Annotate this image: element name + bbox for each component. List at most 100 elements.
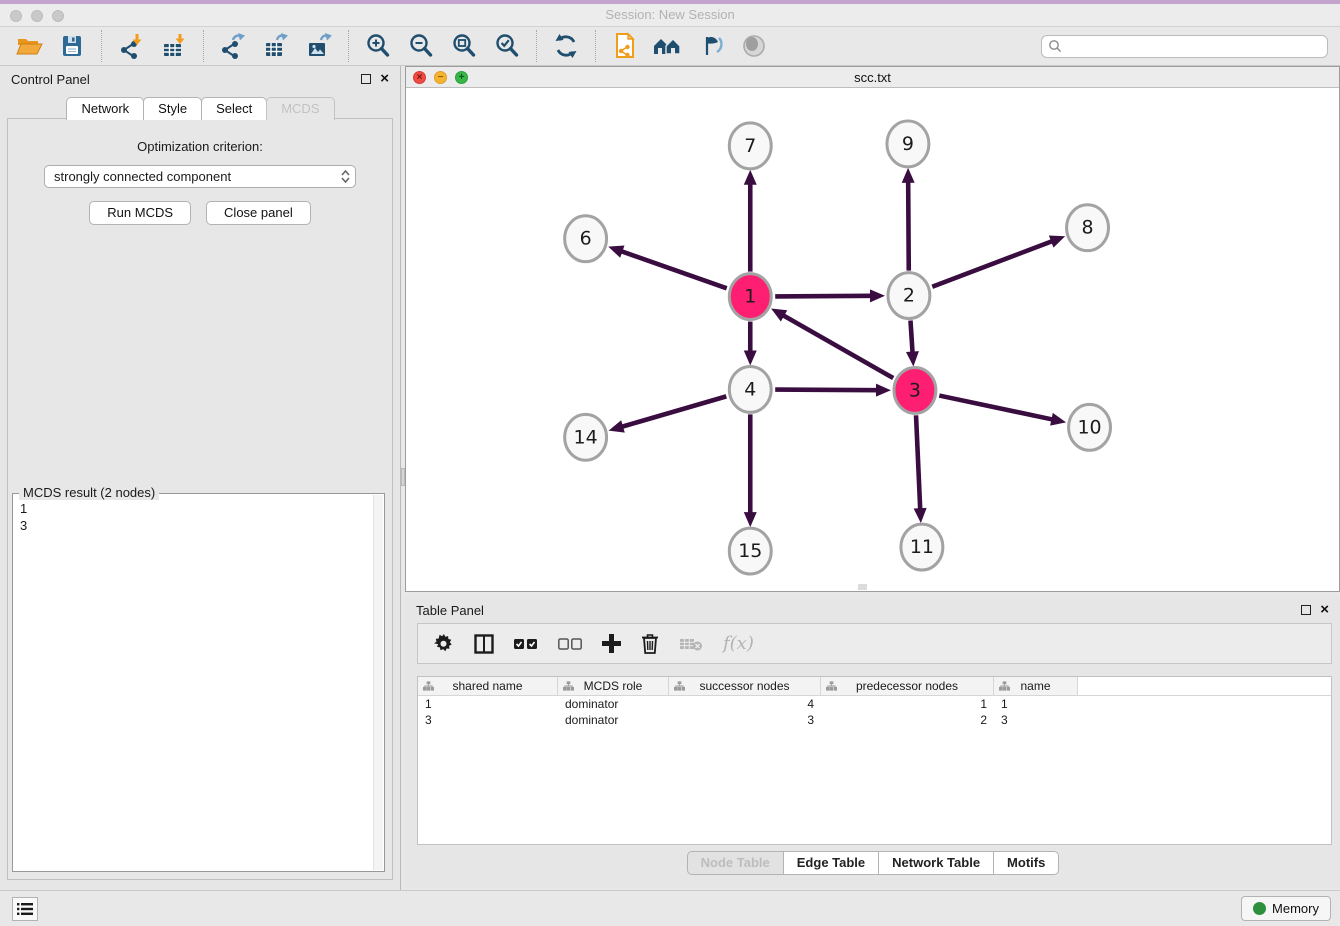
minimize-window-icon[interactable] — [31, 10, 43, 22]
float-table-panel-icon[interactable] — [1301, 605, 1311, 615]
search-field[interactable] — [1041, 35, 1328, 58]
show-column-button[interactable] — [474, 634, 494, 654]
tab-edge-table[interactable]: Edge Table — [783, 851, 879, 875]
graph-node-8[interactable]: 8 — [1067, 205, 1109, 251]
edge-4-to-15[interactable] — [744, 414, 757, 527]
graph-node-2[interactable]: 2 — [888, 273, 930, 319]
toolbar-separator — [203, 30, 204, 62]
delete-table-button[interactable] — [679, 636, 703, 652]
criterion-select[interactable]: strongly connected component — [44, 165, 356, 188]
column-header-predecessor-nodes[interactable]: predecessor nodes — [821, 677, 994, 695]
table-settings-button[interactable] — [434, 634, 454, 654]
table-row[interactable]: 3dominator323 — [418, 712, 1331, 728]
tab-mcds[interactable]: MCDS — [266, 97, 334, 120]
edge-3-to-1[interactable] — [771, 308, 893, 378]
cell-name[interactable]: 1 — [994, 696, 1078, 712]
export-table-button[interactable] — [259, 30, 293, 62]
network-close-icon[interactable]: × — [413, 71, 426, 84]
close-table-panel-icon[interactable]: × — [1320, 605, 1329, 615]
search-input[interactable] — [1066, 39, 1321, 54]
edge-1-to-4[interactable] — [744, 322, 757, 366]
edge-4-to-14[interactable] — [609, 396, 727, 432]
select-all-button[interactable] — [514, 638, 538, 650]
graph-node-6[interactable]: 6 — [565, 216, 607, 262]
add-row-button[interactable] — [602, 634, 621, 653]
export-image-button[interactable] — [302, 30, 336, 62]
close-window-icon[interactable] — [10, 10, 22, 22]
export-network-button[interactable] — [216, 30, 250, 62]
cell-MCDS-role[interactable]: dominator — [558, 696, 669, 712]
result-scrollbar[interactable] — [373, 495, 383, 870]
memory-button[interactable]: Memory — [1241, 896, 1331, 921]
cell-successor-nodes[interactable]: 3 — [669, 712, 821, 728]
mcds-result-text[interactable]: 1 3 — [20, 500, 384, 534]
graph-node-7[interactable]: 7 — [729, 123, 771, 169]
edge-2-to-8[interactable] — [932, 235, 1065, 286]
column-header-successor-nodes[interactable]: successor nodes — [669, 677, 821, 695]
inspector-button[interactable] — [737, 30, 771, 62]
tab-network[interactable]: Network — [66, 97, 144, 120]
zoom-in-button[interactable] — [361, 30, 395, 62]
delete-row-button[interactable] — [641, 633, 659, 654]
window-titlebar: Session: New Session — [0, 4, 1340, 27]
close-panel-button[interactable]: Close panel — [206, 201, 311, 225]
cell-predecessor-nodes[interactable]: 2 — [821, 712, 994, 728]
edge-1-to-6[interactable] — [608, 245, 727, 288]
edge-4-to-3[interactable] — [775, 384, 891, 397]
graphics-details-button[interactable] — [651, 30, 685, 62]
edge-1-to-7[interactable] — [744, 170, 757, 272]
cell-predecessor-nodes[interactable]: 1 — [821, 696, 994, 712]
canvas-grip[interactable] — [858, 584, 867, 590]
graph-node-15[interactable]: 15 — [729, 528, 771, 574]
graph-node-11[interactable]: 11 — [901, 524, 943, 570]
function-builder-button[interactable]: f(x) — [723, 633, 754, 654]
apply-layout-button[interactable] — [549, 30, 583, 62]
network-window-titlebar[interactable]: × − + scc.txt — [406, 67, 1339, 88]
tab-style[interactable]: Style — [143, 97, 202, 120]
float-panel-icon[interactable] — [361, 74, 371, 84]
zoom-fit-button[interactable] — [447, 30, 481, 62]
save-session-button[interactable] — [55, 30, 89, 62]
network-canvas[interactable]: 1 2 3 4 6 7 8 9 10 11 14 15 — [406, 88, 1339, 591]
tab-network-table[interactable]: Network Table — [878, 851, 994, 875]
table-row[interactable]: 1dominator411 — [418, 696, 1331, 712]
svg-text:8: 8 — [1082, 217, 1094, 239]
network-from-selection-button[interactable] — [608, 30, 642, 62]
network-graph[interactable]: 1 2 3 4 6 7 8 9 10 11 14 15 — [406, 88, 1339, 591]
graph-node-1[interactable]: 1 — [729, 274, 771, 320]
maximize-window-icon[interactable] — [52, 10, 64, 22]
column-header-MCDS-role[interactable]: MCDS role — [558, 677, 669, 695]
graph-node-3[interactable]: 3 — [894, 367, 936, 413]
close-panel-icon[interactable]: × — [380, 74, 389, 84]
cell-shared-name[interactable]: 1 — [418, 696, 558, 712]
column-header-shared-name[interactable]: shared name — [418, 677, 558, 695]
cell-name[interactable]: 3 — [994, 712, 1078, 728]
tab-select[interactable]: Select — [201, 97, 267, 120]
tab-node-table[interactable]: Node Table — [687, 851, 784, 875]
cell-successor-nodes[interactable]: 4 — [669, 696, 821, 712]
cell-MCDS-role[interactable]: dominator — [558, 712, 669, 728]
open-session-button[interactable] — [12, 30, 46, 62]
edge-3-to-10[interactable] — [939, 396, 1066, 426]
cell-shared-name[interactable]: 3 — [418, 712, 558, 728]
graph-node-14[interactable]: 14 — [565, 414, 607, 460]
edge-2-to-9[interactable] — [902, 168, 915, 271]
network-minimize-icon[interactable]: − — [434, 71, 447, 84]
network-maximize-icon[interactable]: + — [455, 71, 468, 84]
import-network-button[interactable] — [114, 30, 148, 62]
run-mcds-button[interactable]: Run MCDS — [89, 201, 191, 225]
edge-1-to-2[interactable] — [775, 289, 885, 302]
zoom-out-button[interactable] — [404, 30, 438, 62]
task-history-button[interactable] — [12, 897, 38, 921]
edge-3-to-11[interactable] — [914, 415, 927, 523]
zoom-selected-button[interactable] — [490, 30, 524, 62]
hide-details-button[interactable] — [694, 30, 728, 62]
deselect-all-button[interactable] — [558, 638, 582, 650]
graph-node-4[interactable]: 4 — [729, 366, 771, 412]
column-header-name[interactable]: name — [994, 677, 1078, 695]
tab-motifs[interactable]: Motifs — [993, 851, 1059, 875]
edge-2-to-3[interactable] — [906, 320, 919, 366]
graph-node-9[interactable]: 9 — [887, 121, 929, 167]
import-table-button[interactable] — [157, 30, 191, 62]
graph-node-10[interactable]: 10 — [1069, 404, 1111, 450]
